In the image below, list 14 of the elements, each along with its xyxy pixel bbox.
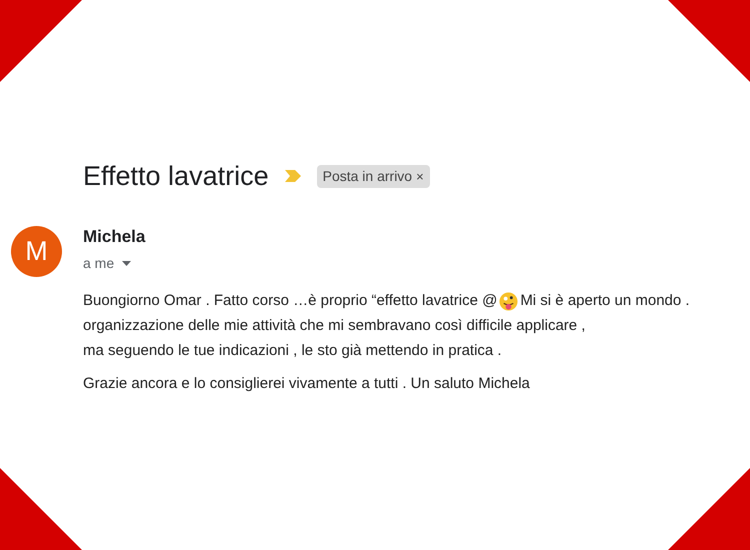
message-text: ma seguendo le tue indicazioni , le sto già mettendo in pratica . [83,340,502,361]
label-text: Posta in arrivo [322,166,412,186]
avatar: M [11,226,62,276]
remove-label-button[interactable]: × [416,170,424,183]
importance-marker-icon [284,170,301,182]
caret-icon [122,261,132,266]
email-subject: Effetto lavatrice [83,160,269,193]
winking-tongue-emoji-icon [499,292,518,310]
message-text: Mi si è aperto un mondo . [520,290,690,311]
recipient-dropdown[interactable]: a me [83,253,146,274]
message-text: Grazie ancora e lo consiglierei vivamente a tutti . Un saluto Michela [83,374,530,394]
message-text: organizzazione delle mie attività che mi sembravano così difficile applicare , [83,316,586,336]
message-text: Buongiorno Omar . Fatto corso …è proprio “effetto lavatrice @ [83,290,498,311]
sender-name: Michela [83,226,146,248]
